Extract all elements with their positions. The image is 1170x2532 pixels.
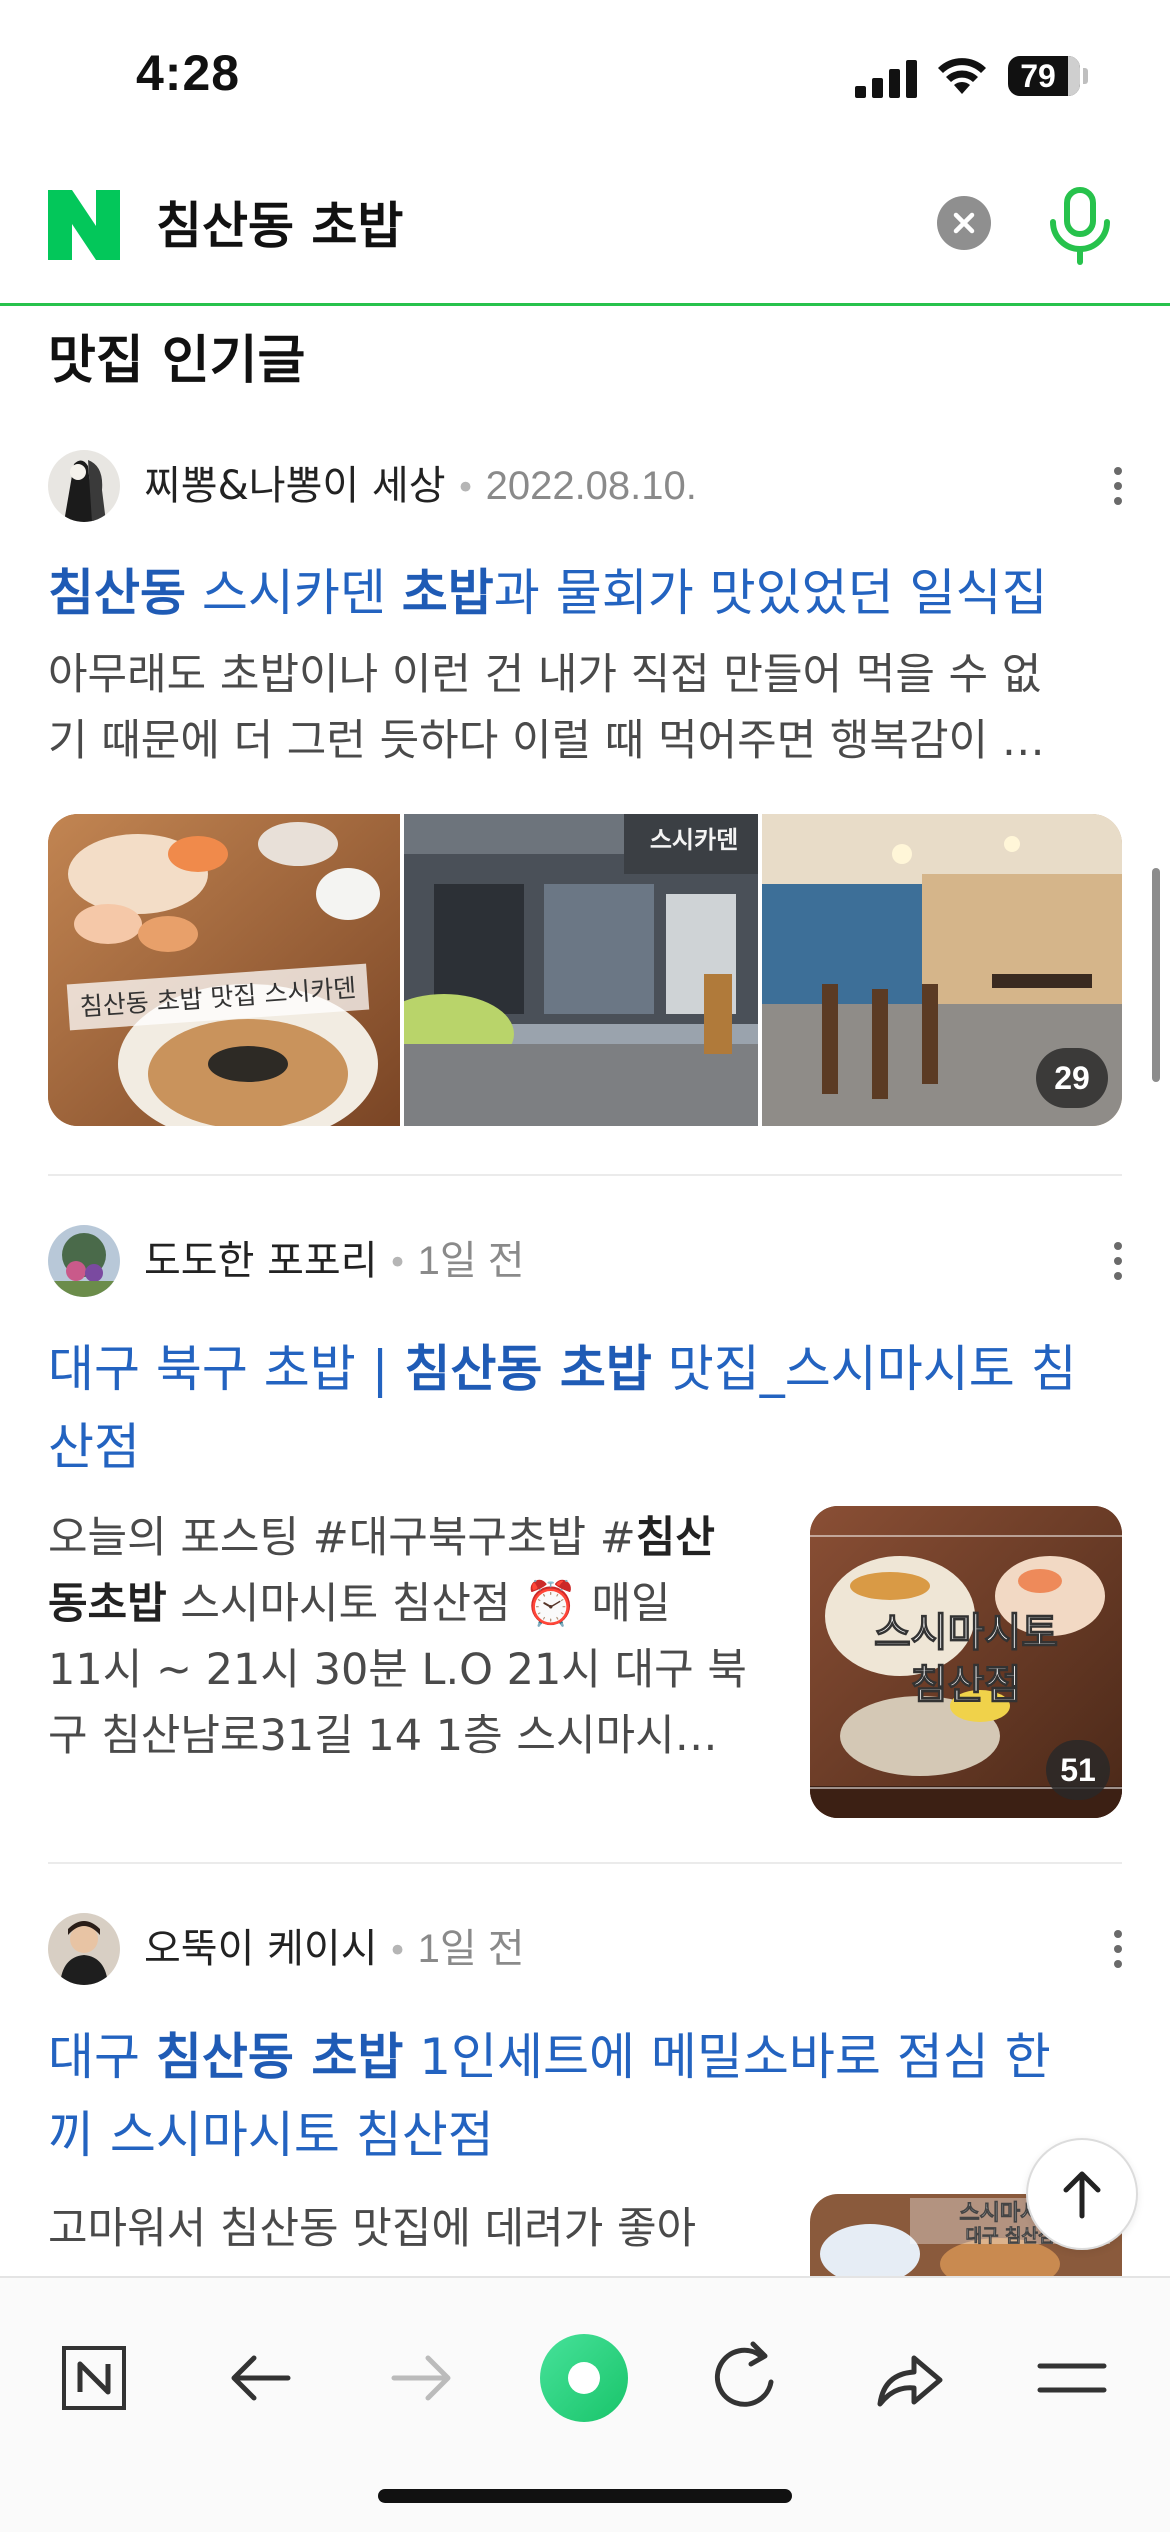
photo-count-badge: 51 bbox=[1046, 1740, 1110, 1800]
post-divider bbox=[48, 1862, 1122, 1864]
refresh-icon[interactable] bbox=[695, 2328, 795, 2428]
snippet-text: 오늘의 포스팅 #대구북구초밥 # bbox=[48, 1513, 636, 1563]
highlighted-keyword: 동초밥 bbox=[48, 1579, 167, 1629]
microphone-icon[interactable] bbox=[1045, 186, 1115, 266]
snippet-text: 구 침산남로31길 14 1층 스시마시… bbox=[48, 1711, 718, 1761]
avatar[interactable] bbox=[48, 1225, 120, 1297]
thumb-caption: 침산점 bbox=[911, 1662, 1021, 1708]
scroll-to-top-button[interactable] bbox=[1026, 2138, 1138, 2250]
highlighted-keyword: 침산동 bbox=[48, 564, 186, 622]
snippet-text: 아무래도 초밥이나 이런 건 내가 직접 만들어 먹을 수 없 bbox=[48, 650, 1042, 700]
snippet-text: 기 때문에 더 그런 듯하다 이럴 때 먹어주면 행복감이 … bbox=[48, 716, 1045, 766]
post-title[interactable]: 대구 북구 초밥 | 침산동 초밥 맛집_스시마시토 침산점 bbox=[48, 1330, 1128, 1486]
forward-arrow-icon[interactable] bbox=[372, 2328, 472, 2428]
photo-sushi-platter: 침산동 초밥 맛집 스시카덴 bbox=[48, 814, 400, 1126]
highlighted-keyword: 침산동 초밥 bbox=[155, 2028, 404, 2086]
snippet-text: 스시마시토 침산점 ⏰ 매일 bbox=[166, 1579, 671, 1629]
photo-sign: 스시카덴 bbox=[650, 826, 738, 854]
title-text: 1인세트에 메밀소바로 점심 한 bbox=[403, 2028, 1051, 2086]
title-text: 맛집_스시마시토 침 bbox=[651, 1340, 1077, 1398]
snippet-text: 11시 ~ 21시 30분 L.O 21시 대구 북 bbox=[48, 1645, 747, 1695]
thumb-caption: 스시마시토 bbox=[874, 1610, 1058, 1656]
highlighted-keyword: 침산 bbox=[635, 1513, 715, 1563]
more-options-icon[interactable] bbox=[1104, 450, 1132, 522]
arrow-up-icon bbox=[1063, 2171, 1101, 2219]
naver-home-icon[interactable] bbox=[44, 2328, 144, 2428]
back-arrow-icon[interactable] bbox=[210, 2328, 310, 2428]
post-thumbnail[interactable]: 스시마시토 침산점 51 bbox=[810, 1506, 1122, 1818]
post-author[interactable]: 도도한 포포리 bbox=[144, 1238, 378, 1284]
menu-icon[interactable] bbox=[1022, 2328, 1122, 2428]
highlighted-keyword: 침산동 초밥 bbox=[404, 1340, 652, 1398]
meta-separator: • bbox=[455, 468, 476, 508]
more-options-icon[interactable] bbox=[1104, 1225, 1132, 1297]
battery-level: 79 bbox=[1020, 58, 1056, 94]
share-icon[interactable] bbox=[858, 2328, 958, 2428]
search-header: 침산동 초밥 bbox=[0, 150, 1170, 306]
status-time: 4:28 bbox=[136, 45, 241, 101]
post-snippet[interactable]: 아무래도 초밥이나 이런 건 내가 직접 만들어 먹을 수 없기 때문에 더 그… bbox=[48, 642, 1045, 774]
avatar[interactable] bbox=[48, 1913, 120, 1985]
photo-storefront: 스시카덴 bbox=[404, 814, 758, 1126]
post-title[interactable]: 대구 침산동 초밥 1인세트에 메밀소바로 점심 한끼 스시마시토 침산점 bbox=[48, 2018, 1128, 2174]
more-options-icon[interactable] bbox=[1104, 1913, 1132, 1985]
battery-icon: 79 bbox=[1008, 56, 1088, 96]
clear-search-button[interactable] bbox=[937, 196, 991, 250]
cellular-signal-icon bbox=[855, 60, 917, 98]
post-photo-strip[interactable]: 침산동 초밥 맛집 스시카덴 스시카덴 29 bbox=[48, 814, 1122, 1126]
naver-logo-icon[interactable] bbox=[48, 190, 120, 260]
green-dot-icon[interactable] bbox=[534, 2328, 634, 2428]
title-text: 과 물회가 맛있었던 일식집 bbox=[493, 564, 1048, 622]
snippet-text: 고마워서 침산동 맛집에 데려가 좋아 bbox=[48, 2204, 697, 2254]
meta-separator: • bbox=[387, 1243, 408, 1283]
post-divider bbox=[48, 1174, 1122, 1176]
post-snippet[interactable]: 고마워서 침산동 맛집에 데려가 좋아 bbox=[48, 2196, 788, 2262]
post-author[interactable]: 오뚝이 케이시 bbox=[144, 1926, 378, 1972]
post-date: 1일 전 bbox=[417, 1927, 525, 1971]
photo-count-badge: 29 bbox=[1036, 1048, 1108, 1108]
scrollbar[interactable] bbox=[1152, 868, 1160, 1082]
avatar[interactable] bbox=[48, 450, 120, 522]
post-snippet[interactable]: 오늘의 포스팅 #대구북구초밥 #침산동초밥 스시마시토 침산점 ⏰ 매일 11시… bbox=[48, 1505, 788, 1769]
title-text: 대구 bbox=[48, 2028, 156, 2086]
search-input[interactable]: 침산동 초밥 bbox=[156, 190, 403, 262]
post-author[interactable]: 찌뽕&나뽕이 세상 bbox=[144, 463, 446, 509]
wifi-icon bbox=[938, 58, 986, 94]
close-icon bbox=[953, 212, 975, 234]
section-title: 맛집 인기글 bbox=[48, 331, 306, 391]
title-text: 끼 스시마시토 침산점 bbox=[48, 2106, 494, 2164]
title-text: 스시카덴 bbox=[186, 564, 402, 622]
post-date: 2022.08.10. bbox=[485, 464, 697, 508]
title-text: 산점 bbox=[48, 1418, 140, 1476]
post-title[interactable]: 침산동 스시카덴 초밥과 물회가 맛있었던 일식집 bbox=[48, 554, 1128, 632]
highlighted-keyword: 초밥 bbox=[401, 564, 494, 622]
meta-separator: • bbox=[387, 1931, 408, 1971]
home-indicator bbox=[378, 2489, 792, 2503]
title-text: 대구 북구 초밥 | bbox=[48, 1340, 405, 1398]
status-bar: 4:28 79 bbox=[0, 0, 1170, 150]
post-date: 1일 전 bbox=[417, 1239, 525, 1283]
